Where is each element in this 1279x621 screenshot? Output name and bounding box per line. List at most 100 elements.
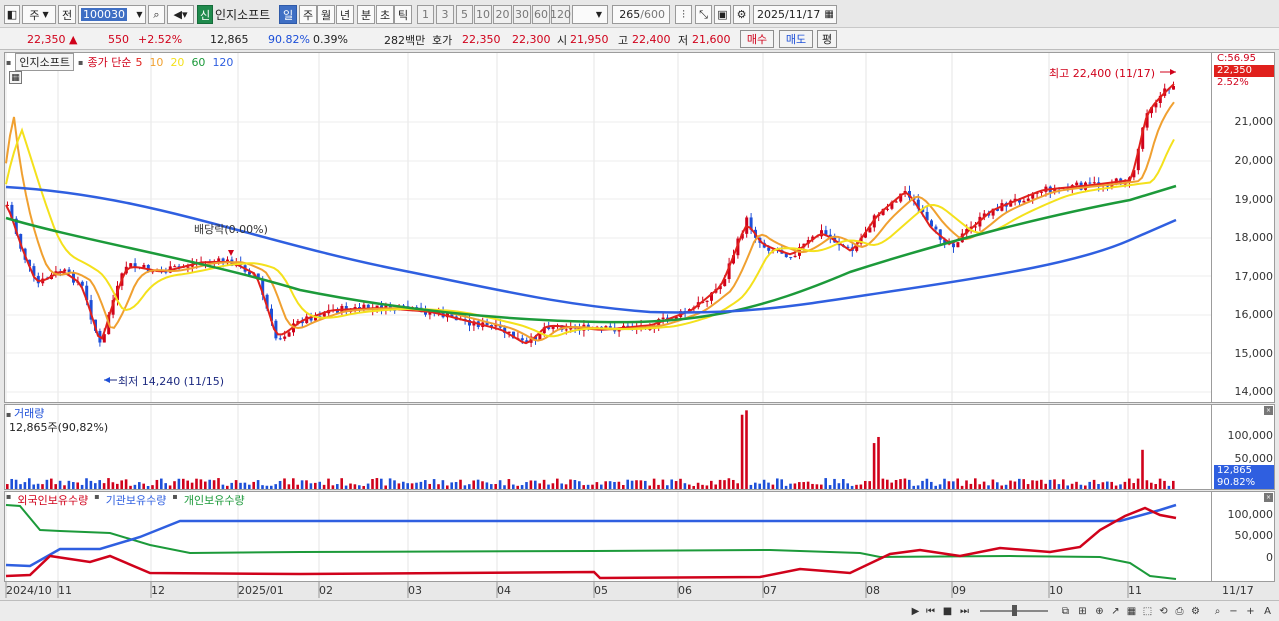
ma-legend-item[interactable]: 120: [212, 56, 233, 69]
volume-bar: [32, 484, 35, 489]
volume-bar: [547, 484, 550, 489]
stop-icon[interactable]: ■: [940, 604, 955, 619]
volume-bar: [1088, 481, 1091, 489]
stock-tag[interactable]: 인지소프트: [15, 53, 75, 71]
volume-bar: [1132, 483, 1135, 489]
candle-body: [952, 243, 955, 248]
low-arrow-icon: [104, 377, 110, 383]
ma-legend-item[interactable]: 20: [170, 56, 184, 69]
table-view-icon[interactable]: ▦: [9, 71, 22, 84]
volume-bar: [14, 479, 18, 489]
volume-bar: [292, 478, 295, 489]
print-icon[interactable]: ⎙: [1172, 604, 1187, 619]
volume-bar: [111, 482, 115, 489]
crosshair-icon[interactable]: ⊕: [1092, 604, 1107, 619]
close-pane-icon[interactable]: ×: [1264, 406, 1273, 415]
volume-bar: [894, 479, 898, 489]
volume-bar: [494, 484, 497, 489]
volume-bar: [252, 481, 255, 489]
holder-legend-item[interactable]: 외국인보유수량: [17, 492, 88, 508]
volume-bar: [50, 478, 53, 489]
volume-bar: [406, 483, 409, 489]
zoom-out-icon[interactable]: −: [1226, 604, 1241, 619]
settings-icon[interactable]: ⚙: [1188, 604, 1203, 619]
volume-bar: [402, 481, 405, 489]
volume-bar: [644, 480, 647, 489]
volume-bar: [978, 484, 981, 489]
individual-holder-line: [5, 504, 1177, 580]
volume-bar: [987, 485, 990, 489]
fullscreen-icon[interactable]: ⬚: [1140, 604, 1155, 619]
scroll-right-icon[interactable]: ▶: [908, 604, 923, 619]
volume-bar: [1013, 481, 1017, 489]
volume-bar: [454, 482, 458, 489]
volume-bar: [10, 478, 13, 489]
candle-body: [63, 269, 67, 272]
volume-bar: [1009, 480, 1012, 489]
candle-body: [1092, 182, 1096, 184]
volume-bar: [881, 478, 885, 489]
volume-bar: [441, 480, 445, 489]
ma-legend-item[interactable]: 5: [135, 56, 142, 69]
high-arrow-icon: [1170, 69, 1176, 75]
volume-bar: [366, 483, 370, 489]
ma-legend-item[interactable]: 60: [191, 56, 205, 69]
volume-bar: [287, 484, 291, 489]
volume-bar: [600, 484, 603, 489]
volume-bar: [1172, 480, 1175, 489]
close-pane-icon[interactable]: ×: [1264, 493, 1273, 502]
volume-bar: [670, 479, 673, 489]
volume-bar: [1097, 484, 1100, 489]
volume-bar: [551, 483, 555, 489]
volume-bar: [1150, 482, 1153, 489]
zoom-slider-handle[interactable]: [1012, 605, 1017, 616]
candle-body: [793, 255, 797, 258]
volume-bar: [498, 480, 502, 489]
volume-bar: [718, 479, 722, 489]
candle-body: [934, 226, 938, 230]
compare-icon[interactable]: ⧉: [1058, 604, 1073, 619]
fast-forward-icon[interactable]: ⏭: [957, 604, 972, 619]
volume-bar: [507, 479, 511, 489]
volume-bar: [190, 482, 194, 489]
candle-body: [1022, 200, 1026, 203]
layout-icon[interactable]: ⊞: [1075, 604, 1090, 619]
volume-bar: [256, 480, 260, 489]
volume-bar: [635, 480, 638, 489]
volume-bar: [80, 484, 84, 489]
volume-bar: [472, 480, 475, 489]
font-size-icon[interactable]: A: [1260, 604, 1275, 619]
ma-legend-prefix[interactable]: 종가 단순: [87, 54, 131, 70]
volume-bar: [98, 480, 101, 489]
volume-bar: [903, 478, 907, 489]
volume-bar: [446, 485, 449, 489]
grid-icon[interactable]: ▦: [1124, 604, 1139, 619]
holder-legend-item[interactable]: 개인보유수량: [184, 492, 245, 508]
volume-bar: [160, 478, 163, 489]
volume-bar: [916, 485, 920, 489]
holder-ytick: 50,000: [1234, 529, 1274, 542]
volume-bar: [960, 485, 964, 489]
holder-legend-item[interactable]: 기관보유수량: [106, 492, 167, 508]
volume-bar: [349, 483, 352, 489]
volume-bar: [921, 480, 924, 489]
candle-body: [129, 263, 133, 267]
candle-body: [789, 257, 793, 259]
price-ytick: 15,000: [1234, 347, 1274, 360]
volume-bar: [138, 482, 141, 489]
volume-bar: [930, 481, 933, 489]
magnifier-icon[interactable]: ⌕: [1210, 604, 1225, 619]
price-ytick: 16,000: [1234, 308, 1274, 321]
trend-icon[interactable]: ↗: [1108, 604, 1123, 619]
refresh-icon[interactable]: ⟲: [1156, 604, 1171, 619]
volume-bar: [1114, 485, 1118, 489]
zoom-in-icon[interactable]: +: [1243, 604, 1258, 619]
rewind-icon[interactable]: ⏮: [923, 604, 938, 619]
volume-bar: [613, 481, 616, 489]
volume-bar: [736, 483, 739, 489]
ma-legend-item[interactable]: 10: [149, 56, 163, 69]
volume-bar: [67, 480, 71, 489]
volume-bar: [296, 484, 299, 489]
candle-body: [1088, 182, 1092, 184]
volume-bar: [393, 480, 396, 489]
